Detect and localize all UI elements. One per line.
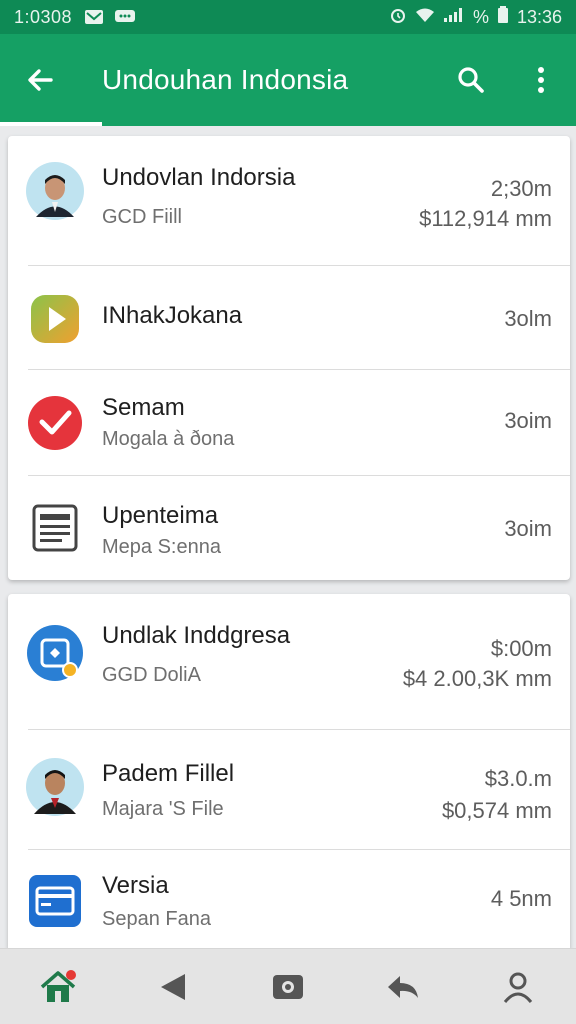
list-item[interactable]: Semam Mogala à ðona 3oim: [8, 370, 570, 476]
item-subtitle: Sepan Fana: [102, 908, 211, 930]
page-title: Undouhan Indonsia: [102, 64, 349, 95]
back-triangle-icon: [160, 973, 185, 1000]
person-avatar-icon: [26, 162, 84, 220]
list-card: Undlak Inddgresa GGD DoliA $:00m $4 2.00…: [8, 594, 570, 948]
item-subtitle: Mepa S:enna: [102, 536, 221, 558]
list-item[interactable]: Upenteima Mepa S:enna 3oim: [8, 476, 570, 580]
mail-icon: [84, 9, 104, 25]
tab-indicator: [0, 122, 102, 126]
list-item[interactable]: Padem Fillel Majara 'S File $3.0.m $0,57…: [8, 730, 570, 850]
more-vert-icon: [538, 67, 544, 93]
bottom-nav-bar: [0, 948, 576, 1024]
status-time-left: 1:0308: [14, 6, 73, 27]
list-item[interactable]: Undlak Inddgresa GGD DoliA $:00m $4 2.00…: [8, 594, 570, 730]
item-title: Undlak Inddgresa: [102, 622, 291, 649]
blue-app-icon: [26, 624, 84, 682]
app-bar: Undouhan Indonsia: [0, 34, 576, 126]
item-subtitle: Mogala à ðona: [102, 428, 235, 450]
overflow-menu-button[interactable]: [506, 34, 576, 126]
nav-back-button[interactable]: [138, 952, 208, 1022]
red-check-icon: [26, 394, 84, 452]
item-title: Undovlan Indorsia: [102, 164, 296, 191]
nav-profile-button[interactable]: [483, 952, 553, 1022]
list-card: Undovlan Indorsia GCD Fiill 2;30m $112,9…: [8, 136, 570, 580]
blue-card-icon: [26, 872, 84, 930]
arrow-left-icon: [28, 69, 53, 91]
item-meta-amount: $0,574 mm: [441, 798, 552, 823]
alarm-icon: [389, 6, 407, 29]
reply-icon: [388, 975, 419, 998]
home-icon: [40, 969, 76, 1002]
item-meta-time: 4 5nm: [490, 886, 552, 911]
item-meta-time: 3oim: [504, 516, 552, 541]
item-title: INhakJokana: [102, 302, 243, 329]
person-avatar-icon: [26, 758, 84, 816]
item-meta-amount: $4 2.00,3K mm: [402, 666, 552, 691]
battery-icon: [497, 5, 509, 29]
nav-home-button[interactable]: [23, 952, 93, 1022]
item-title: Upenteima: [102, 502, 219, 529]
item-meta-time: $3.0.m: [484, 766, 552, 791]
item-meta-time: 3oim: [504, 408, 552, 433]
nav-reply-button[interactable]: [368, 952, 438, 1022]
search-button[interactable]: [436, 34, 506, 126]
back-button[interactable]: [0, 34, 80, 126]
status-bar: 1:0308 % 13:36: [0, 0, 576, 34]
item-meta-time: $:00m: [490, 636, 552, 661]
list-item[interactable]: INhakJokana 3olm: [8, 266, 570, 370]
signal-icon: [443, 7, 465, 28]
list-item[interactable]: Versia Sepan Fana 4 5nm: [8, 850, 570, 948]
item-title: Padem Fillel: [102, 760, 235, 787]
nav-camera-button[interactable]: [253, 952, 323, 1022]
profile-icon: [504, 972, 533, 1003]
item-title: Semam: [102, 394, 185, 421]
item-subtitle: GCD Fiill: [102, 206, 182, 228]
item-meta-time: 2;30m: [490, 176, 552, 201]
item-title: Versia: [102, 872, 169, 899]
wifi-icon: [415, 7, 435, 28]
play-app-icon: [26, 290, 84, 348]
list-item[interactable]: Undovlan Indorsia GCD Fiill 2;30m $112,9…: [8, 136, 570, 266]
document-icon: [26, 498, 84, 556]
camera-icon: [272, 974, 303, 999]
battery-text: %: [472, 6, 489, 27]
item-meta-amount: $112,914 mm: [419, 206, 552, 231]
item-subtitle: GGD DoliA: [102, 664, 201, 686]
item-meta-time: 3olm: [504, 306, 552, 331]
message-icon: [114, 9, 136, 25]
search-icon: [458, 67, 484, 93]
status-time-right: 13:36: [516, 6, 562, 27]
item-subtitle: Majara 'S File: [102, 798, 224, 820]
